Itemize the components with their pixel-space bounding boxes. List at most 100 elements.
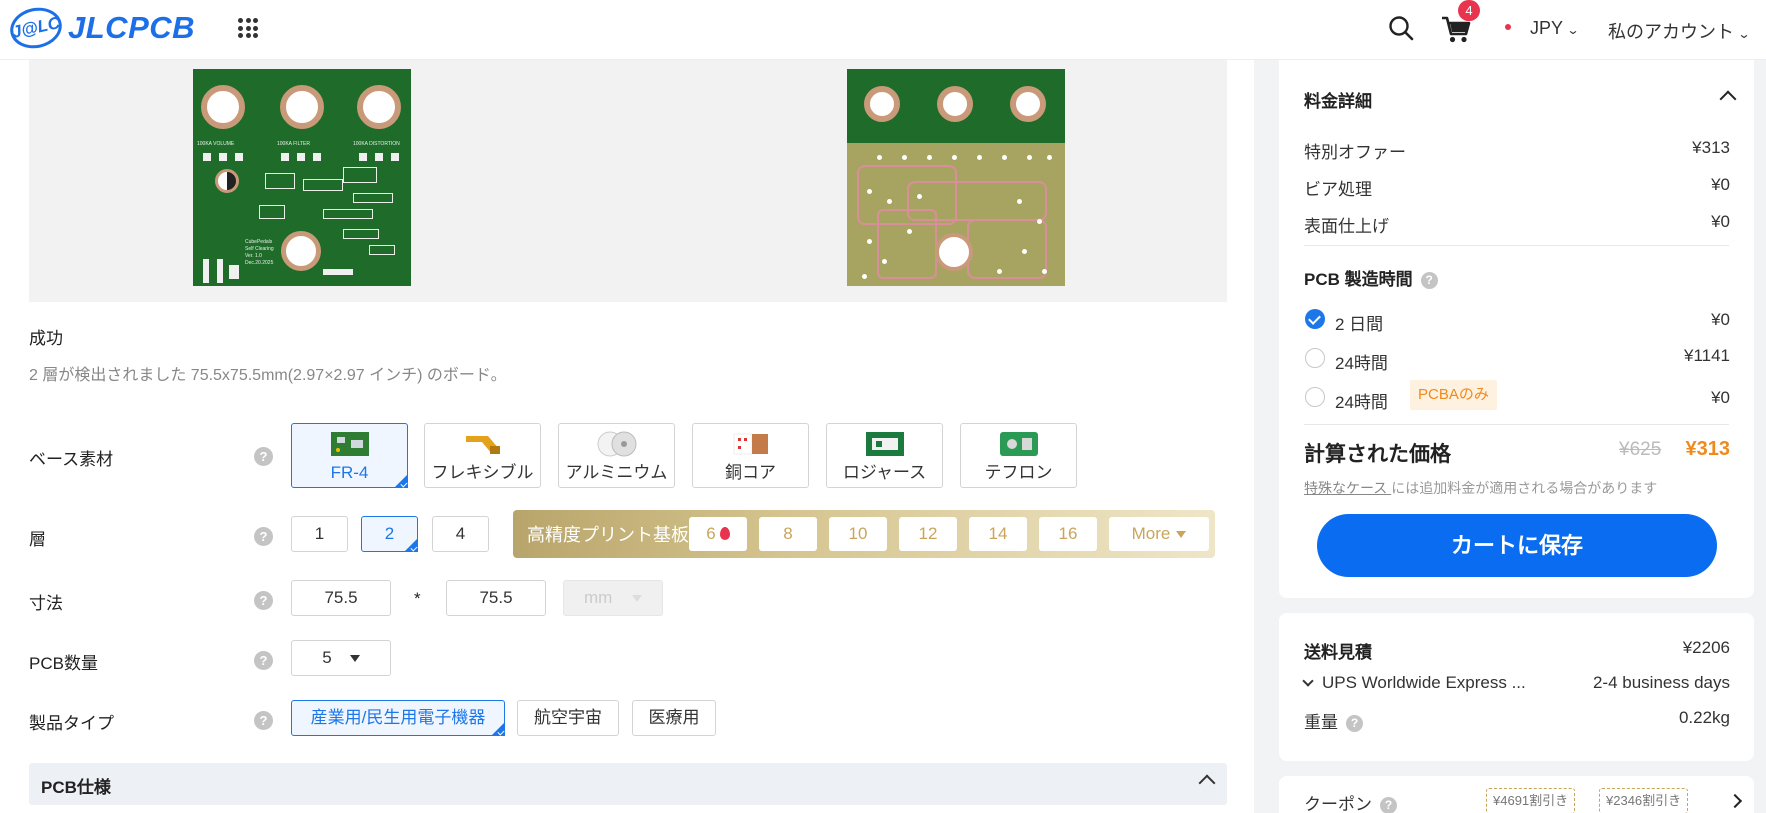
chevron-up-icon xyxy=(1198,774,1216,792)
weight-value: 0.22kg xyxy=(1678,708,1730,727)
build-time-label: 24時間 xyxy=(1335,354,1388,373)
build-time-radio-2days[interactable] xyxy=(1305,309,1325,329)
apps-grid-icon[interactable] xyxy=(238,18,258,38)
product-type-value: 産業用/民生用電子機器 xyxy=(310,708,486,727)
price-line-value: ¥0 xyxy=(1711,175,1730,194)
board-silk: Ver. 1.0 xyxy=(245,253,262,259)
coupon-chip[interactable]: ¥2346割引き xyxy=(1599,788,1689,813)
shipping-cost: ¥2206 xyxy=(1682,638,1730,657)
layer-option-2[interactable]: 2 xyxy=(361,516,418,552)
build-time-title-text: PCB 製造時間 xyxy=(1304,270,1413,289)
layer-option-4[interactable]: 4 xyxy=(432,516,489,552)
width-input[interactable]: 75.5 xyxy=(291,580,391,616)
layer-option-14[interactable]: 14 xyxy=(969,517,1027,551)
material-option-flex[interactable]: フレキシブル xyxy=(424,423,541,488)
build-time-value: ¥0 xyxy=(1711,388,1730,407)
coupon-card: クーポン? ¥4691割引き ¥2346割引き xyxy=(1279,776,1754,813)
cart-count-badge: 4 xyxy=(1458,0,1480,21)
product-type-aerospace[interactable]: 航空宇宙 xyxy=(517,700,619,736)
help-icon[interactable]: ? xyxy=(254,711,273,730)
material-option-rogers[interactable]: ロジャース xyxy=(826,423,943,488)
material-option-aluminum[interactable]: アルミニウム xyxy=(558,423,675,488)
layer-option-16[interactable]: 16 xyxy=(1039,517,1097,551)
board-silk: Dec.20.2025 xyxy=(245,260,274,266)
pot-pad xyxy=(201,85,245,129)
product-type-industrial[interactable]: 産業用/民生用電子機器 xyxy=(291,700,505,736)
material-option-teflon[interactable]: テフロン xyxy=(960,423,1077,488)
layer-option-8[interactable]: 8 xyxy=(759,517,817,551)
help-icon[interactable]: ? xyxy=(1420,272,1438,289)
original-price: ¥625 xyxy=(1619,439,1662,460)
weight-row: 重量? xyxy=(1304,708,1363,733)
help-icon[interactable]: ? xyxy=(254,527,273,546)
price-line-label: 特別オファー xyxy=(1304,143,1406,162)
selected-check-icon xyxy=(491,722,505,736)
board-silk: 100KA FILTER xyxy=(277,141,310,147)
product-type-medical[interactable]: 医療用 xyxy=(632,700,716,736)
logo-badge: J@LC xyxy=(6,3,66,53)
pcb-bottom-view[interactable] xyxy=(847,69,1065,286)
pcb-spec-section-header[interactable]: PCB仕様 xyxy=(29,763,1227,805)
material-option-fr4[interactable]: FR-4 xyxy=(291,423,408,488)
chevron-right-icon[interactable] xyxy=(1727,793,1743,809)
high-precision-pcb-strip: 高精度プリント基板 6 8 10 12 14 16 More xyxy=(513,510,1215,558)
help-icon[interactable]: ? xyxy=(1346,715,1363,732)
high-precision-label: 高精度プリント基板 xyxy=(527,525,689,545)
build-time-value: ¥0 xyxy=(1711,310,1730,329)
price-line-label: ビア処理 xyxy=(1304,180,1372,199)
copper-core-board-icon xyxy=(733,433,768,455)
base-material-label: ベース素材 xyxy=(29,450,114,469)
special-cases-link[interactable]: 特殊なケース xyxy=(1304,480,1391,496)
material-option-copper-core[interactable]: 銅コア xyxy=(692,423,809,488)
material-label: フレキシブル xyxy=(431,463,534,482)
chevron-down-icon: ⌄ xyxy=(1566,23,1580,37)
pcb-spec-title: PCB仕様 xyxy=(41,778,111,797)
chevron-down-icon: ⌄ xyxy=(1737,27,1751,41)
pot-pad xyxy=(280,85,324,129)
help-icon[interactable]: ? xyxy=(254,651,273,670)
jlcpcb-logo[interactable]: J@LC JLCPCB xyxy=(6,3,196,53)
chevron-up-icon[interactable] xyxy=(1719,90,1737,108)
quantity-label: PCB数量 xyxy=(29,654,98,673)
top-navigation-bar: J@LC JLCPCB 4 JPY ⌄ 私のアカウント ⌄ xyxy=(0,0,1766,60)
search-icon[interactable] xyxy=(1387,14,1415,42)
pcb-top-view[interactable]: 100KA VOLUME 100KA FILTER 100KA DISTORTI… xyxy=(193,69,411,286)
layer-option-6[interactable]: 6 xyxy=(689,517,747,551)
selected-check-icon xyxy=(404,538,418,552)
currency-selector[interactable]: JPY ⌄ xyxy=(1530,18,1580,39)
layer-option-1[interactable]: 1 xyxy=(291,516,348,552)
account-menu[interactable]: 私のアカウント ⌄ xyxy=(1608,18,1751,44)
unit-select[interactable]: mm xyxy=(563,580,663,616)
flame-icon xyxy=(719,527,730,540)
build-time-radio-24h[interactable] xyxy=(1305,348,1325,368)
build-time-radio-24h-pcba[interactable] xyxy=(1305,387,1325,407)
coupon-label: クーポン xyxy=(1304,795,1372,813)
detection-message: 2 層が検出されました 75.5x75.5mm(2.97×2.97 インチ) の… xyxy=(29,367,507,384)
coupon-chip[interactable]: ¥4691割引き xyxy=(1486,788,1576,813)
more-label: More xyxy=(1131,524,1171,543)
material-label: ロジャース xyxy=(842,463,927,482)
build-time-title: PCB 製造時間? xyxy=(1304,265,1438,290)
board-silk: 100KA DISTORTION xyxy=(353,141,400,147)
build-time-label: 24時間 xyxy=(1335,393,1388,412)
upload-status: 成功 xyxy=(29,329,63,348)
height-input[interactable]: 75.5 xyxy=(446,580,546,616)
layer-option-12[interactable]: 12 xyxy=(899,517,957,551)
help-icon[interactable]: ? xyxy=(254,591,273,610)
board-silk: 100KA VOLUME xyxy=(197,141,235,147)
more-layers-dropdown[interactable]: More xyxy=(1109,517,1209,551)
shipping-method-selector[interactable]: UPS Worldwide Express ... xyxy=(1302,673,1526,693)
help-icon[interactable]: ? xyxy=(254,447,273,466)
aluminum-board-icon xyxy=(597,431,636,457)
price-details-title: 料金詳細 xyxy=(1304,92,1372,111)
save-to-cart-button[interactable]: カートに保存 xyxy=(1317,514,1717,577)
logo-text: JLCPCB xyxy=(68,10,196,45)
quantity-value: 5 xyxy=(322,648,332,667)
quantity-select[interactable]: 5 xyxy=(291,640,391,676)
build-time-value: ¥1141 xyxy=(1683,346,1730,365)
material-label: テフロン xyxy=(984,463,1053,482)
help-icon[interactable]: ? xyxy=(1380,797,1397,813)
layer-value: 6 xyxy=(706,524,716,543)
layer-option-10[interactable]: 10 xyxy=(829,517,887,551)
price-note-text: には追加料金が適用される場合があります xyxy=(1391,480,1658,496)
